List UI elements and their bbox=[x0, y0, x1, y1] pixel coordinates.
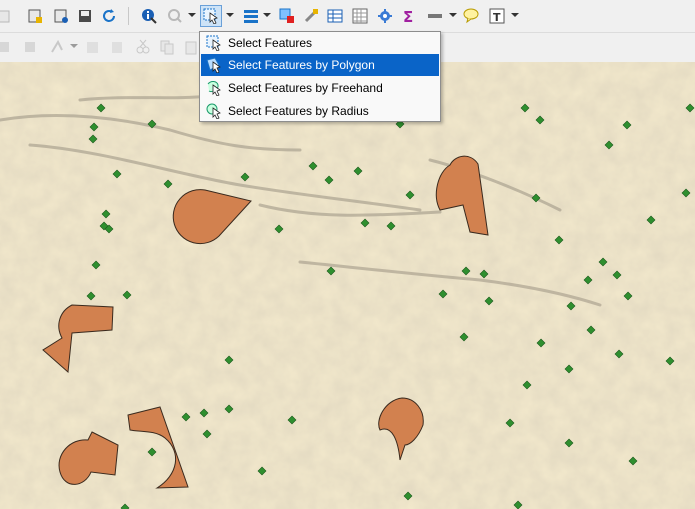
cut-features-icon[interactable] bbox=[132, 36, 154, 58]
chevron-down-icon[interactable] bbox=[70, 44, 78, 48]
svg-text:Σ: Σ bbox=[403, 8, 413, 24]
chevron-down-icon[interactable] bbox=[188, 13, 196, 17]
vertex-tool-icon[interactable] bbox=[0, 36, 16, 58]
select-features-icon bbox=[206, 35, 221, 51]
add-point-icon[interactable] bbox=[20, 36, 42, 58]
attribute-table-icon[interactable] bbox=[324, 5, 346, 27]
identify-icon[interactable] bbox=[138, 5, 160, 27]
partial-icon[interactable] bbox=[0, 5, 16, 27]
menu-item-label: Select Features bbox=[228, 36, 313, 50]
chevron-down-icon[interactable] bbox=[511, 13, 519, 17]
svg-text:T: T bbox=[493, 11, 501, 24]
chevron-down-icon[interactable] bbox=[449, 13, 457, 17]
select-features-menu: Select Features Select Features by Polyg… bbox=[199, 31, 441, 122]
chevron-down-icon[interactable] bbox=[226, 13, 234, 17]
chevron-down-icon[interactable] bbox=[263, 13, 271, 17]
copy-features-icon[interactable] bbox=[156, 36, 178, 58]
main-toolbar: Σ T bbox=[0, 0, 695, 33]
menu-item-select-by-freehand[interactable]: Select Features by Freehand bbox=[201, 77, 439, 99]
statistics-icon[interactable] bbox=[349, 5, 371, 27]
deselect-icon[interactable] bbox=[276, 5, 298, 27]
open-attribute-table-icon[interactable] bbox=[240, 5, 262, 27]
measure-icon[interactable] bbox=[424, 5, 446, 27]
refresh-icon[interactable] bbox=[98, 5, 120, 27]
menu-item-label: Select Features by Radius bbox=[228, 104, 369, 118]
new-layer-icon[interactable] bbox=[24, 5, 46, 27]
select-by-radius-icon bbox=[206, 103, 221, 119]
select-by-freehand-icon bbox=[207, 81, 221, 96]
add-layer-icon[interactable] bbox=[50, 5, 72, 27]
sum-icon[interactable]: Σ bbox=[398, 5, 420, 27]
toolbox-icon[interactable] bbox=[374, 5, 396, 27]
select-features-icon[interactable] bbox=[200, 5, 222, 27]
edit-pencil-icon[interactable] bbox=[82, 36, 104, 58]
menu-item-select-features[interactable]: Select Features bbox=[201, 32, 439, 54]
map-layers bbox=[0, 62, 695, 509]
select-by-polygon-icon bbox=[206, 57, 221, 73]
menu-item-select-by-polygon[interactable]: Select Features by Polygon bbox=[201, 54, 439, 76]
menu-item-label: Select Features by Freehand bbox=[228, 81, 383, 95]
field-calculator-icon[interactable] bbox=[300, 5, 322, 27]
save-edits-icon[interactable] bbox=[74, 5, 96, 27]
text-annotation-icon[interactable]: T bbox=[486, 5, 508, 27]
map-canvas[interactable] bbox=[0, 62, 695, 509]
map-tips-icon[interactable] bbox=[460, 5, 482, 27]
menu-item-select-by-radius[interactable]: Select Features by Radius bbox=[201, 100, 439, 122]
action-icon[interactable] bbox=[164, 5, 186, 27]
node-tool-icon[interactable] bbox=[46, 36, 68, 58]
menu-item-label: Select Features by Polygon bbox=[228, 58, 375, 72]
delete-selected-icon[interactable] bbox=[106, 36, 128, 58]
